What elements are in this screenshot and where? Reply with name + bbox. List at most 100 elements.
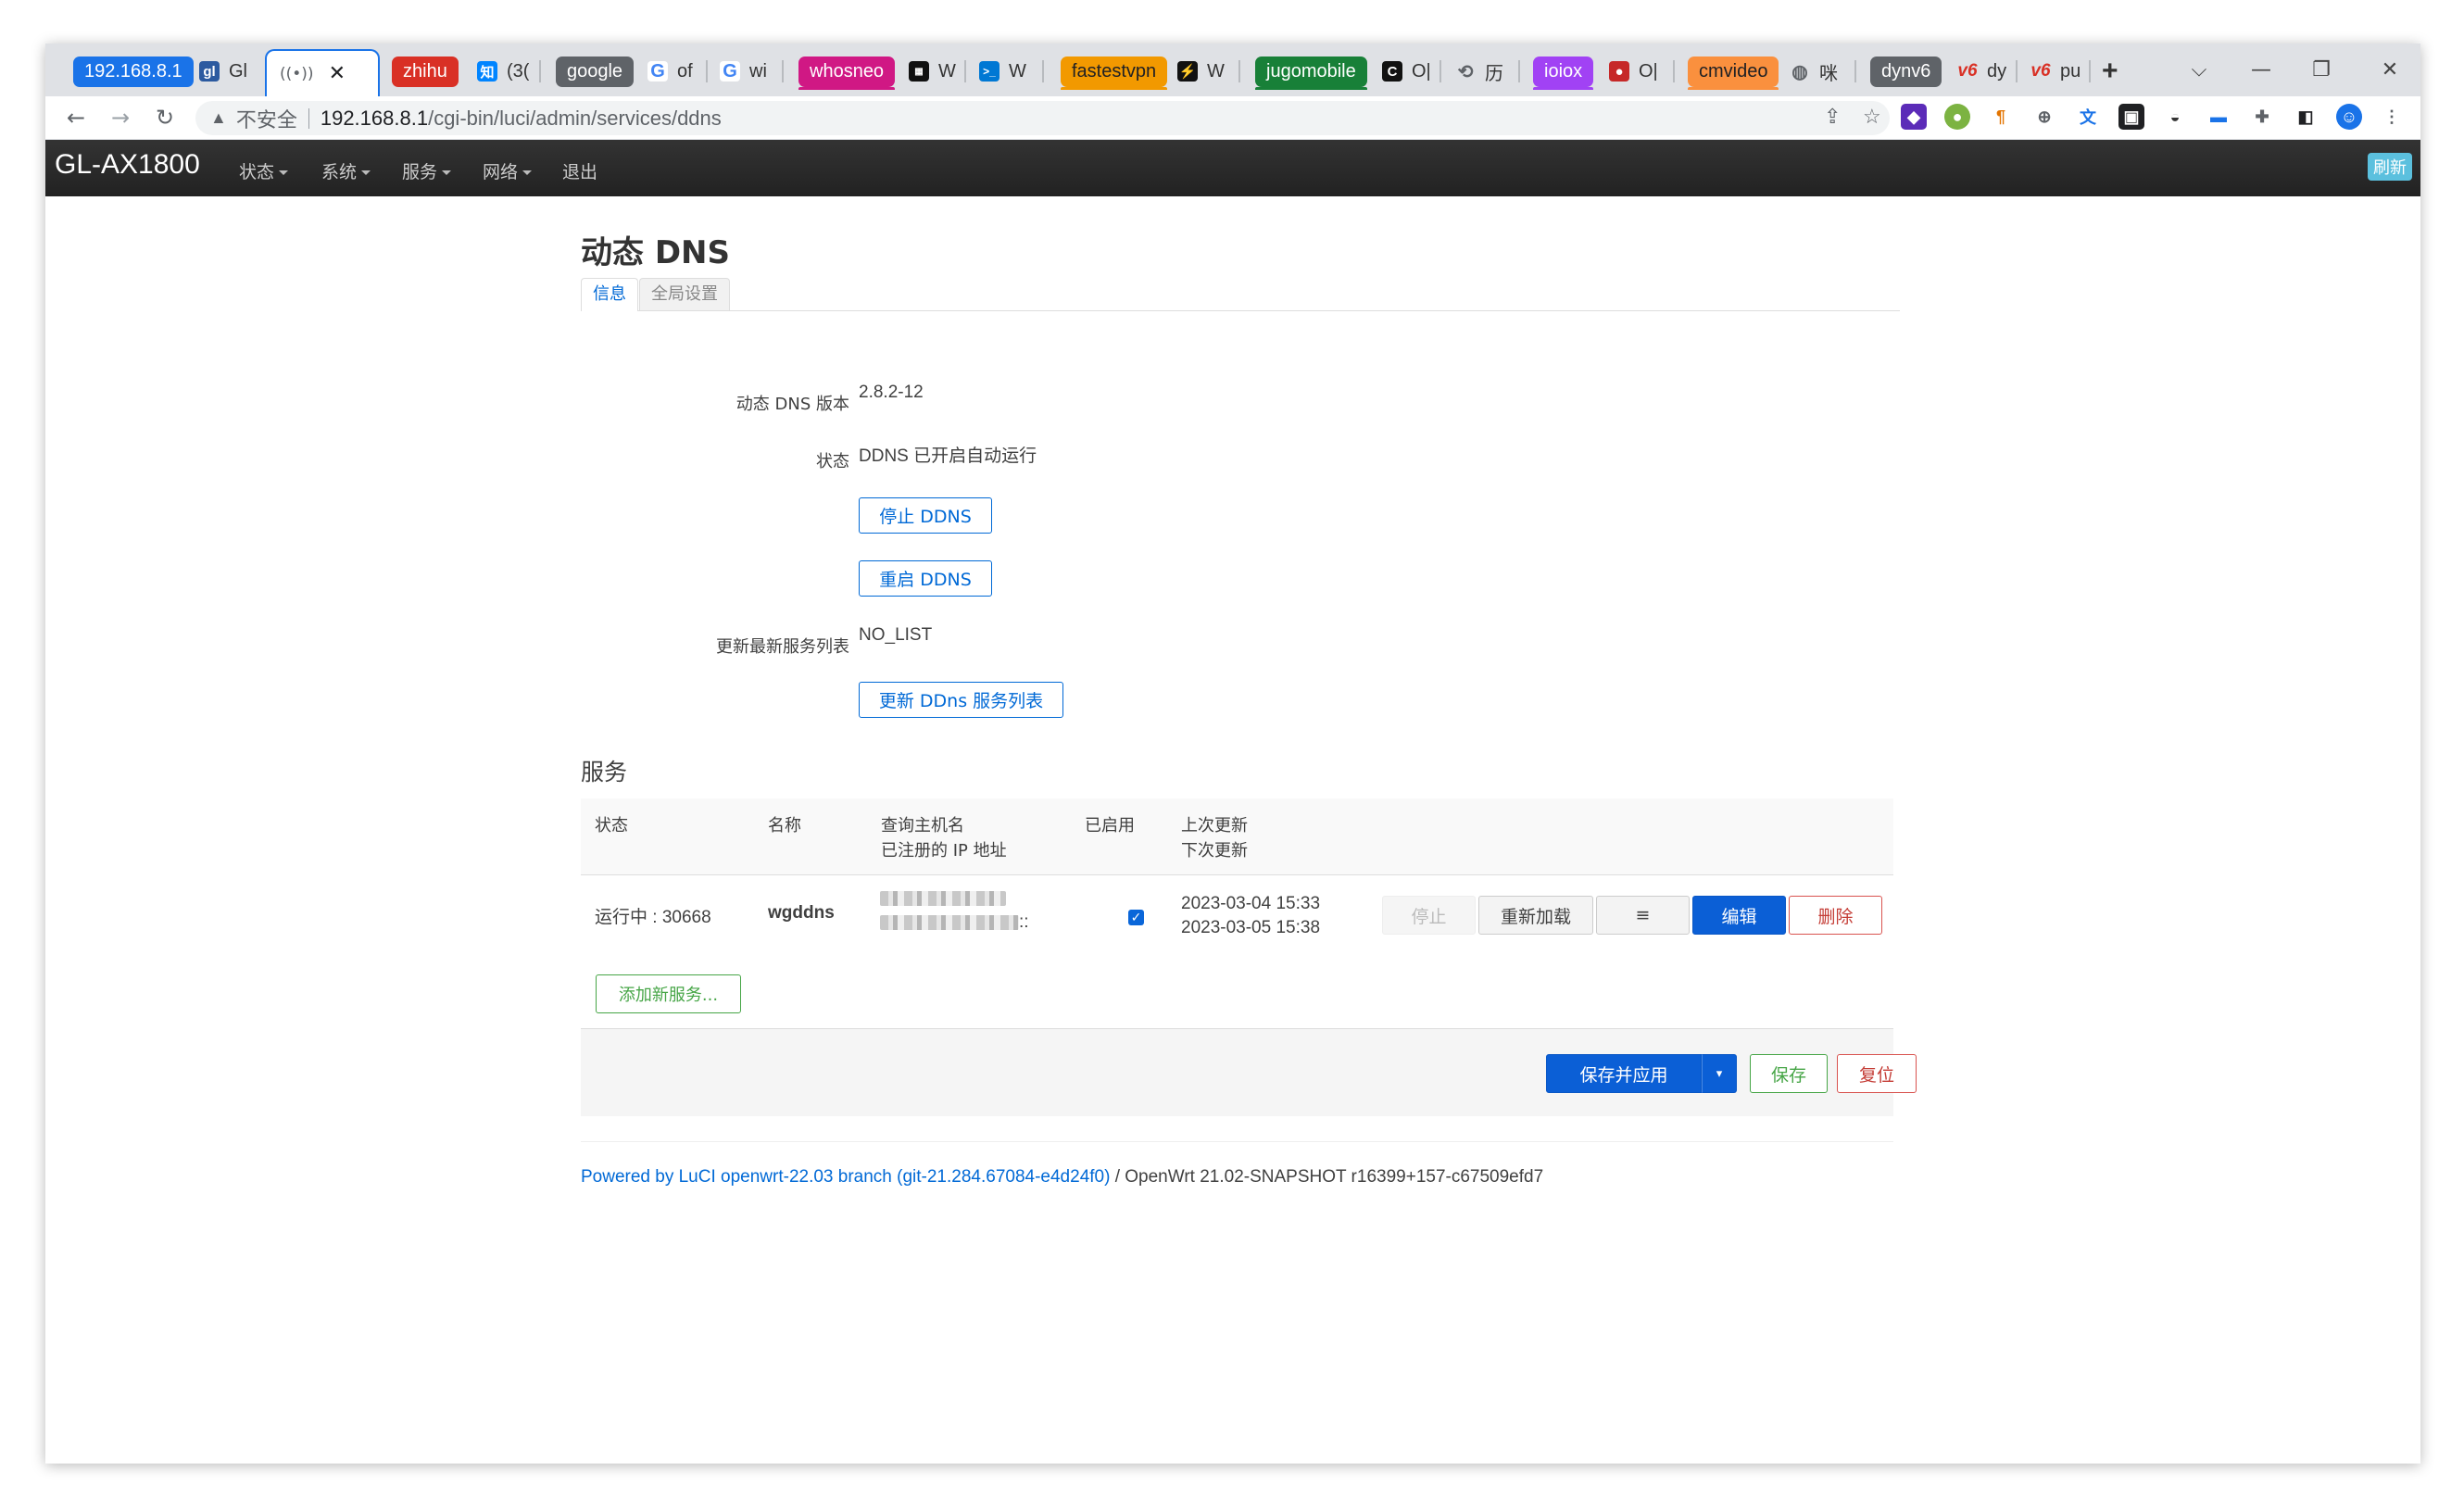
- new-tab-button[interactable]: +: [2102, 53, 2118, 90]
- service-delete-button[interactable]: 删除: [1789, 896, 1882, 935]
- tab-group-dynv6[interactable]: dynv6: [1870, 53, 1942, 90]
- reload-icon[interactable]: ↻: [149, 102, 181, 133]
- save-apply-dropdown-icon[interactable]: ▾: [1702, 1054, 1737, 1093]
- tab-group-ioiox[interactable]: ioiox: [1533, 53, 1594, 90]
- minimize-icon[interactable]: —: [2238, 51, 2284, 88]
- save-apply-button[interactable]: 保存并应用: [1546, 1054, 1702, 1093]
- browser-tab[interactable]: v6 pu: [2030, 53, 2081, 90]
- menu-system[interactable]: 系统: [321, 158, 371, 183]
- browser-tab[interactable]: G of: [647, 53, 693, 90]
- restore-icon[interactable]: ❐: [2298, 51, 2345, 88]
- status-label: 状态: [816, 452, 849, 471]
- tab-group-cmvideo[interactable]: cmvideo: [1688, 53, 1779, 90]
- wifi-icon: ((•)): [280, 64, 314, 83]
- bolt-icon: ⚡: [1177, 61, 1198, 82]
- tab-group-label[interactable]: 192.168.8.1: [73, 56, 194, 87]
- page-actions: 保存并应用 ▾ 保存 复位: [581, 1028, 1917, 1116]
- google-icon: G: [720, 61, 740, 82]
- service-name: wgddns: [768, 903, 835, 923]
- extension-icon[interactable]: ◆: [1901, 104, 1927, 130]
- reset-button[interactable]: 复位: [1837, 1054, 1917, 1093]
- terminal-icon: >_: [979, 61, 999, 82]
- share-icon[interactable]: ⇪: [1824, 105, 1841, 129]
- browser-tab[interactable]: C O|: [1382, 53, 1431, 90]
- close-tab-icon[interactable]: ✕: [329, 62, 346, 85]
- restart-ddns-button[interactable]: 重启 DDNS: [859, 560, 992, 597]
- tab-group-jugomobile[interactable]: jugomobile: [1255, 53, 1367, 90]
- octocat-icon: ●: [1609, 61, 1629, 82]
- close-window-icon[interactable]: ✕: [2367, 51, 2413, 88]
- tab-search-icon[interactable]: ⌵: [2176, 51, 2222, 88]
- puzzle-icon[interactable]: ✚: [2249, 104, 2275, 130]
- browser-tab[interactable]: v6 dy: [1957, 53, 2006, 90]
- profile-avatar-icon[interactable]: ☺: [2336, 104, 2362, 130]
- tab-group-whosneo[interactable]: whosneo: [798, 53, 896, 90]
- browser-tab[interactable]: G wi: [720, 53, 767, 90]
- enabled-checkbox[interactable]: ✓: [1128, 910, 1144, 925]
- luci-link[interactable]: Powered by LuCI openwrt-22.03 branch (gi…: [581, 1167, 1110, 1187]
- browser-tab[interactable]: ⟲ 历: [1455, 53, 1503, 90]
- refresh-badge[interactable]: 刷新: [2368, 153, 2412, 181]
- more-menu-icon[interactable]: ⋮: [2379, 104, 2405, 130]
- browser-tab[interactable]: ⚡ W: [1177, 53, 1225, 90]
- footer: Powered by LuCI openwrt-22.03 branch (gi…: [581, 1167, 1543, 1188]
- menu-logout[interactable]: 退出: [562, 158, 597, 183]
- browser-tab[interactable]: gl Gl: [199, 53, 247, 90]
- c-icon: C: [1382, 61, 1402, 82]
- browser-tab[interactable]: ◍ 咪: [1790, 53, 1838, 90]
- insecure-label: 不安全: [235, 107, 297, 132]
- browser-window: 192.168.8.1 gl Gl ((•)) ✕ zhihu 知 (3( go…: [45, 44, 2420, 1464]
- menu-status[interactable]: 状态: [239, 158, 289, 183]
- table-row: 运行中 : 30668 wgddns :: ✓ 2023-03-04 15:33…: [581, 875, 1893, 963]
- drag-handle-icon[interactable]: ≡: [1596, 896, 1690, 935]
- google-icon: G: [647, 61, 668, 82]
- translate-icon[interactable]: 文: [2075, 104, 2101, 130]
- last-update: 2023-03-04 15:33: [1181, 894, 1321, 913]
- extension-icon[interactable]: ▣: [2118, 104, 2144, 130]
- back-icon[interactable]: ←: [60, 102, 92, 133]
- service-edit-button[interactable]: 编辑: [1692, 896, 1786, 935]
- page-tabs: 信息 全局设置: [581, 278, 1900, 311]
- col-status: 状态: [595, 816, 628, 836]
- caret-down-icon: [522, 170, 533, 175]
- pilcrow-icon[interactable]: ¶: [1988, 104, 2014, 130]
- sidepanel-icon[interactable]: ◧: [2293, 104, 2319, 130]
- tab-group-192[interactable]: 192.168.8.1: [73, 53, 194, 90]
- address-bar[interactable]: ▲ 不安全 192.168.8.1 /cgi-bin/luci/admin/se…: [195, 101, 1890, 135]
- menu-services[interactable]: 服务: [402, 158, 452, 183]
- version-label: 动态 DNS 版本: [735, 395, 849, 414]
- service-reload-button[interactable]: 重新加载: [1478, 896, 1593, 935]
- menu-network[interactable]: 网络: [483, 158, 533, 183]
- tab-group-google[interactable]: google: [556, 53, 635, 90]
- save-button[interactable]: 保存: [1750, 1054, 1828, 1093]
- window-icon[interactable]: ▬: [2206, 104, 2231, 130]
- bookmark-star-icon[interactable]: ☆: [1863, 105, 1881, 129]
- service-list-value: NO_LIST: [859, 625, 933, 645]
- services-section-title: 服务: [581, 759, 628, 785]
- update-service-list-button[interactable]: 更新 DDns 服务列表: [859, 682, 1063, 718]
- extension-icon[interactable]: ●: [1944, 104, 1970, 130]
- add-service-button[interactable]: 添加新服务...: [596, 974, 741, 1013]
- browser-tab[interactable]: ● O|: [1609, 53, 1658, 90]
- tab-info[interactable]: 信息: [581, 278, 638, 311]
- browser-tab[interactable]: ▦ W: [909, 53, 956, 90]
- stop-ddns-button[interactable]: 停止 DDNS: [859, 497, 992, 534]
- footer-divider: [581, 1141, 1893, 1142]
- v6-icon: v6: [1957, 61, 1978, 81]
- forward-icon[interactable]: →: [105, 102, 136, 133]
- active-tab[interactable]: ((•)) ✕: [265, 49, 380, 96]
- globe-icon[interactable]: ⊕: [2031, 104, 2057, 130]
- tab-global-settings[interactable]: 全局设置: [639, 278, 730, 310]
- gl-inet-icon: gl: [199, 61, 220, 82]
- tab-group-zhihu[interactable]: zhihu: [392, 53, 459, 90]
- browser-tab[interactable]: >_ W: [979, 53, 1026, 90]
- service-list-label: 更新最新服务列表: [716, 637, 849, 657]
- browser-tab[interactable]: 知 (3(: [477, 53, 529, 90]
- history-icon: ⟲: [1457, 61, 1474, 82]
- app-icon: ▦: [909, 61, 929, 82]
- service-stop-button[interactable]: 停止: [1382, 896, 1476, 935]
- globe-icon: ◍: [1791, 61, 1808, 82]
- tab-group-fastestvpn[interactable]: fastestvpn: [1061, 53, 1168, 90]
- brand[interactable]: GL-AX1800: [55, 149, 200, 181]
- eye-icon[interactable]: ◒: [2162, 104, 2188, 130]
